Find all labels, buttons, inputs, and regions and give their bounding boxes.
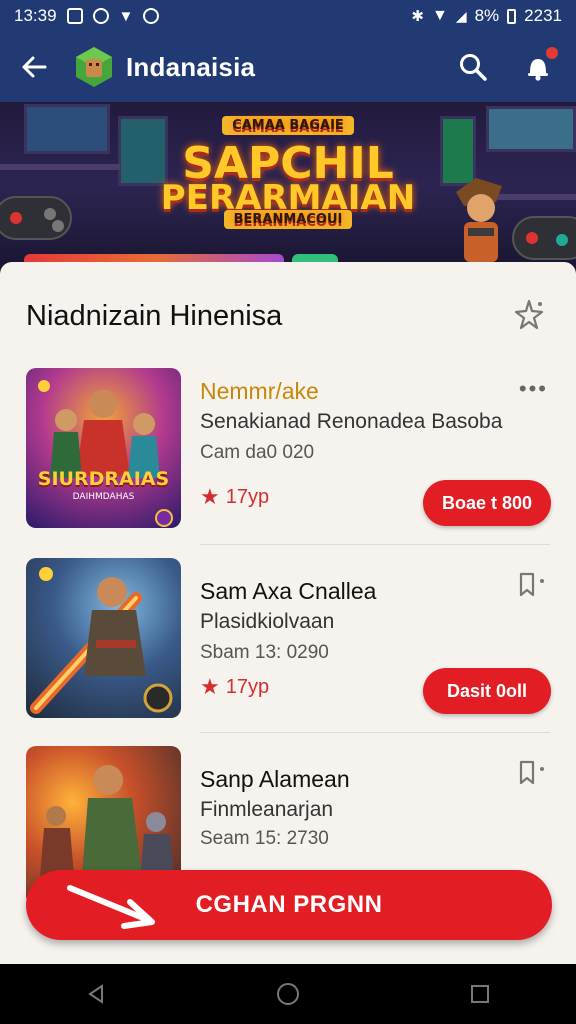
nav-back-button[interactable] [76, 974, 116, 1014]
game-thumbnail-2[interactable] [26, 558, 181, 718]
sync-icon [92, 8, 109, 24]
game-meta-1: Cam da0 020 [200, 442, 315, 463]
game-subtitle-1: Senakianad Renonadea Basoba [200, 410, 503, 433]
game-title-1: Nemmr/ake [200, 378, 319, 404]
game-subtitle-2: Plasidkiolvaan [200, 610, 335, 633]
rating-value: 17yp [225, 485, 270, 508]
section-title: Niadnizain Hinenisa [26, 300, 283, 332]
game-card-1[interactable]: SIURDRAIAS DAIHMDAHAS Nemmr/ake ••• Sena… [0, 368, 576, 550]
game-action-button-1[interactable]: Boae t 800 [423, 480, 551, 526]
game-title-3: Sanp Alamean [200, 766, 350, 792]
game-rating-1: ★ 17yp [200, 484, 269, 510]
bookmark-icon[interactable] [518, 760, 546, 786]
search-icon[interactable] [458, 52, 488, 82]
bookmark-icon[interactable] [518, 572, 546, 598]
game-title-2: Sam Axa Cnallea [200, 578, 377, 604]
status-time: 13:39 [14, 6, 57, 25]
game-thumbnail-1[interactable]: SIURDRAIAS DAIHMDAHAS [26, 368, 181, 528]
game-subtitle-3: Finmleanarjan [200, 798, 334, 821]
back-button[interactable] [16, 49, 52, 85]
cell-signal-icon: ◢ [455, 7, 467, 24]
app-notification-icon [143, 8, 160, 24]
nav-recents-icon [471, 985, 489, 1003]
nav-back-icon [88, 984, 103, 1004]
game-meta-3: Seam 15: 2730 [200, 828, 329, 849]
game-rating-2: ★ 17yp [200, 674, 269, 700]
app-logo-icon [76, 47, 112, 87]
star-icon: ★ [200, 484, 220, 509]
banner-top-tag: CAMAA BAGAIE [0, 116, 576, 135]
divider [200, 544, 550, 545]
star-icon: ★ [200, 674, 220, 699]
status-right-time: 2231 [524, 6, 562, 25]
game-meta-2: Sbam 13: 0290 [200, 642, 329, 663]
main-cta-label: CGHAN PRGNN [195, 891, 383, 918]
sparkle-icon[interactable] [512, 298, 546, 332]
more-options-icon[interactable]: ••• [519, 376, 548, 402]
content-panel: Niadnizain Hinenisa SIURDRAIAS DAIHMDAHA… [0, 262, 576, 964]
nav-home-button[interactable] [268, 974, 308, 1014]
notification-badge [546, 47, 558, 59]
game-action-button-2[interactable]: Dasit 0oll [423, 668, 551, 714]
wifi-icon: ▼ [431, 7, 448, 24]
bluetooth-icon: ✱ [411, 8, 424, 25]
game-art-1 [38, 380, 173, 527]
notification-icon [66, 8, 83, 24]
arrow-icon [67, 885, 155, 929]
banner-sub-tag: BERANMACOUI [0, 210, 576, 229]
system-nav-bar [0, 964, 576, 1024]
nav-recents-button[interactable] [460, 974, 500, 1014]
nav-home-icon [277, 983, 299, 1005]
signal-icon: ▼ [118, 7, 134, 25]
divider [200, 732, 550, 733]
app-bar: Indanaisia [0, 32, 576, 102]
app-title: Indanaisia [126, 51, 256, 82]
rating-value: 17yp [225, 675, 270, 698]
battery-icon [507, 8, 517, 24]
promo-banner[interactable]: CAMAA BAGAIE SAPCHIL PERARMAIAN BERANMAC… [0, 102, 576, 270]
game-card-2[interactable]: Sam Axa Cnallea Plasidkiolvaan Sbam 13: … [0, 558, 576, 740]
notifications-button[interactable] [522, 47, 558, 83]
battery-text: 8% [474, 6, 500, 25]
game-art-1-subtitle: DAIHMDAHAS [72, 492, 135, 502]
game-art-2 [30, 567, 173, 714]
game-art-1-title: SIURDRAIAS [37, 468, 170, 490]
status-bar: 13:39 ▼ ✱ ▼ ◢ 8% 2231 [0, 0, 576, 32]
main-cta-button[interactable]: CGHAN PRGNN [26, 870, 552, 940]
back-arrow-icon [22, 56, 47, 78]
